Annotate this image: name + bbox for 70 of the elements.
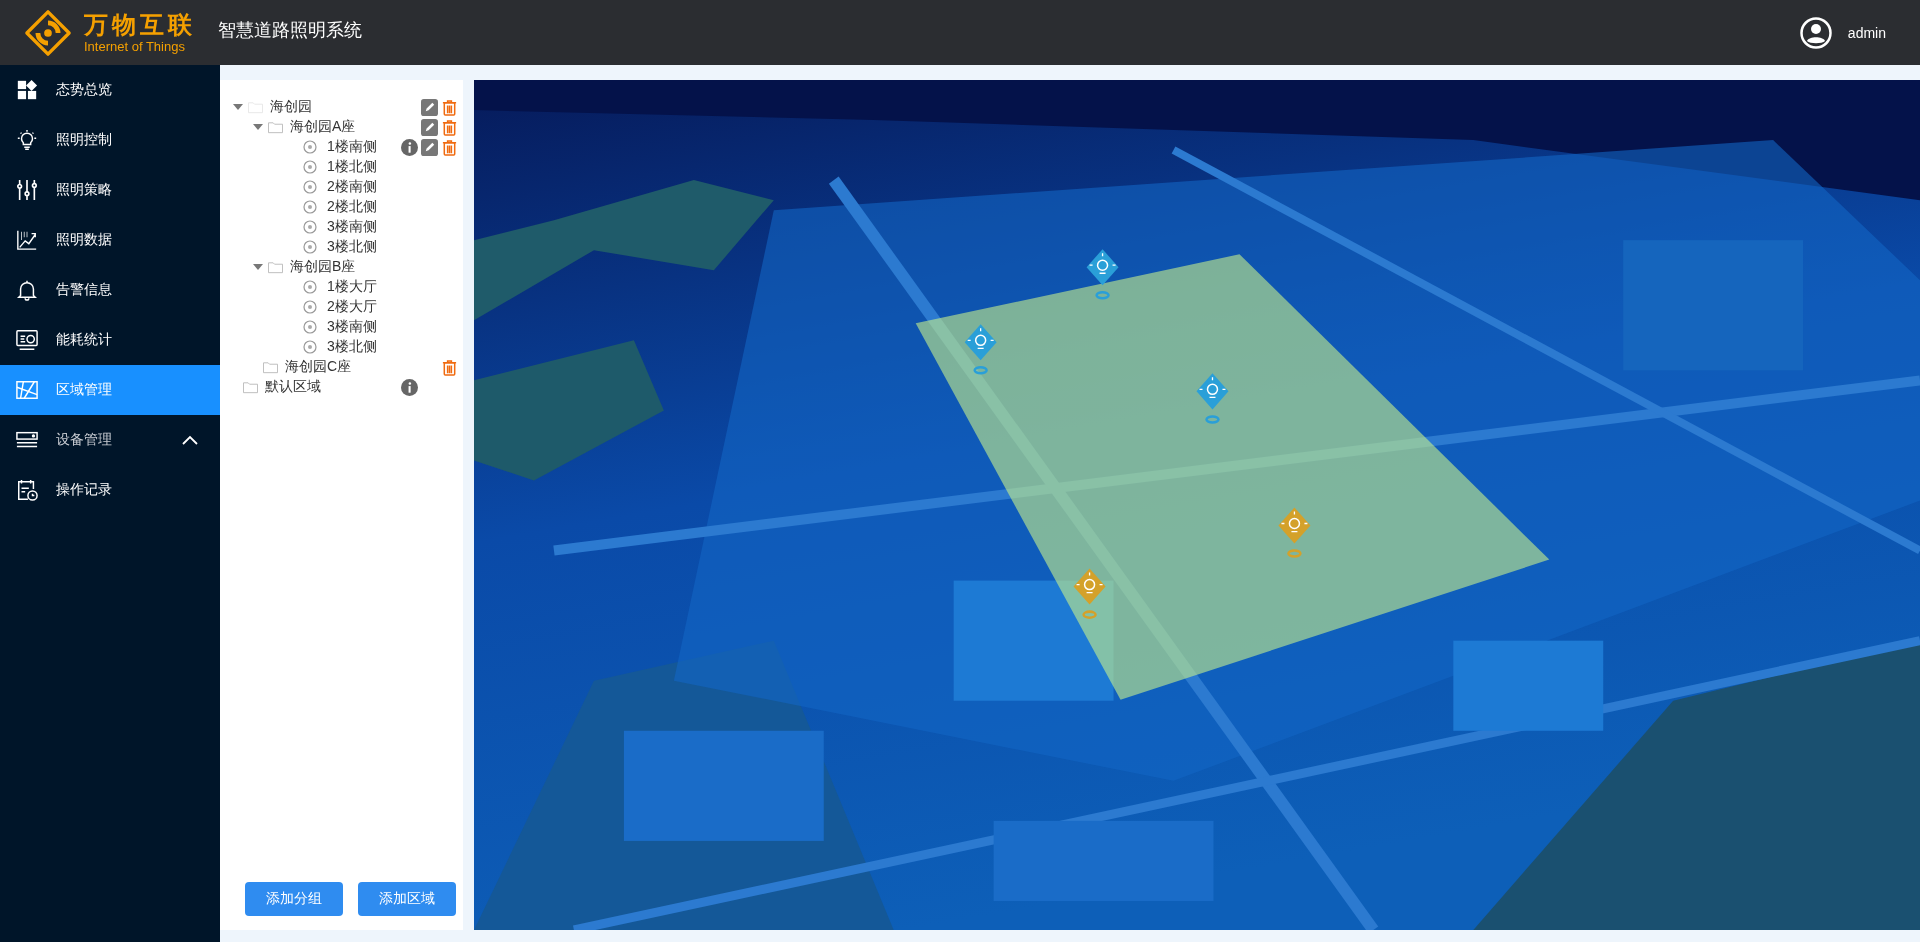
sidebar-item[interactable]: 能耗统计 (0, 315, 220, 365)
sliders-icon (16, 179, 38, 201)
tree-item[interactable]: 2楼南侧 (327, 178, 377, 196)
user-name[interactable]: admin (1847, 24, 1886, 41)
logo-icon (24, 8, 72, 57)
chart-icon (16, 229, 38, 251)
caret-icon[interactable] (253, 124, 263, 130)
tree-item[interactable]: 海创园 (270, 98, 312, 116)
folder-icon (263, 360, 278, 374)
info-icon[interactable] (400, 378, 418, 396)
delete-icon[interactable] (440, 138, 458, 156)
delete-icon[interactable] (440, 118, 458, 136)
logo-title: 万物互联 (84, 11, 196, 39)
logo-subtitle: Internet of Things (84, 39, 185, 54)
target-icon (303, 180, 317, 194)
sidebar-item[interactable]: 态势总览 (0, 65, 220, 115)
edit-icon[interactable] (420, 118, 438, 136)
lamp-marker[interactable] (1278, 507, 1311, 558)
app-title: 智慧道路照明系统 (218, 18, 362, 42)
edit-icon[interactable] (420, 138, 438, 156)
delete-icon[interactable] (440, 358, 458, 376)
calendar-icon (16, 479, 38, 501)
caret-icon[interactable] (233, 104, 243, 110)
tree-item[interactable]: 默认区域 (265, 378, 321, 396)
sidebar-item[interactable]: 操作记录 (0, 465, 220, 515)
chevron-icon[interactable] (182, 435, 198, 445)
tree-item[interactable]: 3楼南侧 (327, 318, 377, 336)
target-icon (303, 340, 317, 354)
folder-icon (268, 260, 283, 274)
lamp-marker[interactable] (1196, 373, 1229, 424)
map-icon (16, 379, 38, 401)
tree-item[interactable]: 海创园B座 (290, 258, 356, 276)
edit-icon[interactable] (420, 98, 438, 116)
bell-icon (16, 279, 38, 301)
tree-item[interactable]: 3楼北侧 (327, 238, 377, 256)
tree-item[interactable]: 2楼大厅 (327, 298, 377, 316)
tree-item[interactable]: 1楼北侧 (327, 158, 377, 176)
target-icon (303, 140, 317, 154)
tree-item[interactable]: 3楼北侧 (327, 338, 377, 356)
target-icon (303, 220, 317, 234)
lamp-marker[interactable] (1086, 249, 1119, 300)
delete-icon[interactable] (440, 98, 458, 116)
sidebar-item[interactable]: 照明控制 (0, 115, 220, 165)
sidebar-item[interactable]: 照明数据 (0, 215, 220, 265)
sidebar-item[interactable]: 告警信息 (0, 265, 220, 315)
target-icon (303, 200, 317, 214)
bulb-icon (16, 129, 38, 151)
caret-icon[interactable] (253, 264, 263, 270)
target-icon (303, 320, 317, 334)
tree-item[interactable]: 海创园A座 (290, 118, 356, 136)
tree-item[interactable]: 3楼南侧 (327, 218, 377, 236)
dashboard-icon (16, 79, 38, 101)
tree-item[interactable]: 海创园C座 (285, 358, 352, 376)
target-icon (303, 280, 317, 294)
folder-icon (243, 380, 258, 394)
lamp-marker[interactable] (964, 324, 997, 375)
monitor-icon (16, 329, 38, 351)
folder-icon (268, 120, 283, 134)
tree-item[interactable]: 1楼大厅 (327, 278, 377, 296)
info-icon[interactable] (400, 138, 418, 156)
sidebar-item[interactable]: 设备管理 (0, 415, 220, 465)
target-icon (303, 240, 317, 254)
tree-item[interactable]: 1楼南侧 (327, 138, 377, 156)
tree-item[interactable]: 2楼北侧 (327, 198, 377, 216)
area-overlay[interactable] (915, 254, 1550, 700)
lamp-marker[interactable] (1073, 568, 1106, 619)
user-icon[interactable] (1799, 16, 1832, 49)
target-icon (303, 300, 317, 314)
sidebar-item[interactable]: 照明策略 (0, 165, 220, 215)
target-icon (303, 160, 317, 174)
